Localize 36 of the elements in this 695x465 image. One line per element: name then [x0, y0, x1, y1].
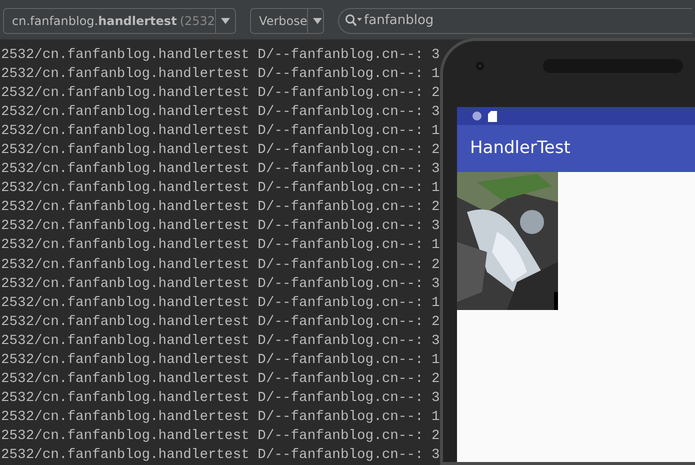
log-line: 2532/cn.fanfanblog.handlertest D/--fanfanblog.cn--: 2 [0, 85, 440, 104]
level-dropdown[interactable]: Verbose [250, 8, 324, 34]
log-line: 2532/cn.fanfanblog.handlertest D/--fanfanblog.cn--: 1 [0, 294, 440, 313]
camera-icon [475, 61, 485, 71]
log-line: 2532/cn.fanfanblog.handlertest D/--fanfanblog.cn--: 2 [0, 314, 440, 332]
log-line: 2532/cn.fanfanblog.handlertest D/--fanfanblog.cn--: 1 [0, 66, 440, 84]
log-line: 2532/cn.fanfanblog.handlertest D/--fanfanblog.cn--: 3 [0, 390, 440, 408]
log-line: 2532/cn.fanfanblog.handlertest D/--fanfanblog.cn--: 3 [0, 332, 440, 351]
caret-icon [313, 18, 322, 24]
log-line: 2532/cn.fanfanblog.handlertest D/--fanfanblog.cn--: 3 [0, 47, 440, 65]
log-line: 2532/cn.fanfanblog.handlertest D/--fanfanblog.cn--: 3 [0, 446, 440, 465]
process-id: (2532 [180, 12, 216, 30]
log-line: 2532/cn.fanfanblog.handlertest D/--fanfanblog.cn--: 2 [0, 256, 440, 275]
log-line: 2532/cn.fanfanblog.handlertest D/--fanfanblog.cn--: 2 [0, 370, 440, 389]
search-field[interactable]: fanfanblog [338, 8, 692, 34]
log-line: 2532/cn.fanfanblog.handlertest D/--fanfanblog.cn--: 3 [0, 218, 440, 236]
log-line: 2532/cn.fanfanblog.handlertest D/--fanfanblog.cn--: 3 [0, 104, 440, 122]
caret-icon [221, 18, 230, 24]
log-line: 2532/cn.fanfanblog.handlertest D/--fanfanblog.cn--: 1 [0, 180, 440, 198]
log-line: 2532/cn.fanfanblog.handlertest D/--fanfanblog.cn--: 1 [0, 123, 440, 142]
process-name: cn.fanfanblog.handlertest [12, 12, 177, 30]
log-line: 2532/cn.fanfanblog.handlertest D/--fanfanblog.cn--: 2 [0, 199, 440, 218]
log-line: 2532/cn.fanfanblog.handlertest D/--fanfanblog.cn--: 1 [0, 352, 440, 370]
level-value: Verbose [259, 12, 308, 30]
log-line: 2532/cn.fanfanblog.handlertest D/--fanfanblog.cn--: 3 [0, 161, 440, 180]
log-line: 2532/cn.fanfanblog.handlertest D/--fanfanblog.cn--: 1 [0, 408, 440, 427]
log-line: 2532/cn.fanfanblog.handlertest D/--fanfanblog.cn--: 2 [0, 428, 440, 446]
search-icon [345, 14, 362, 27]
sd-card-icon [488, 110, 497, 122]
log-line: 2532/cn.fanfanblog.handlertest D/--fanfanblog.cn--: 2 [0, 142, 440, 160]
search-text: fanfanblog [364, 12, 434, 30]
log-line: 2532/cn.fanfanblog.handlertest D/--fanfanblog.cn--: 3 [0, 276, 440, 294]
app-title: HandlerTest [470, 136, 570, 160]
log-line: 2532/cn.fanfanblog.handlertest D/--fanfanblog.cn--: 1 [0, 237, 440, 256]
circle-icon [472, 111, 482, 121]
process-dropdown[interactable]: cn.fanfanblog.handlertest (2532 [3, 8, 236, 34]
